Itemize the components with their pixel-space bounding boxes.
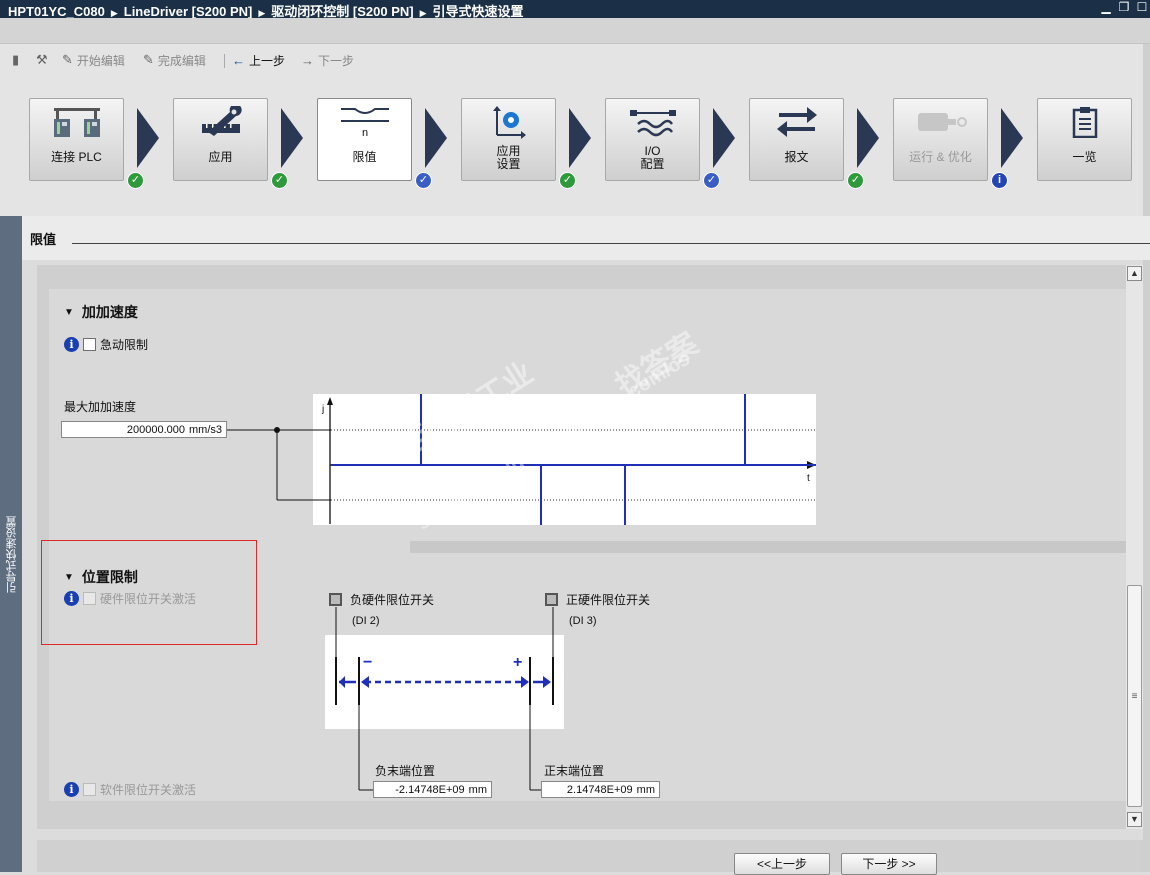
vertical-scrollbar[interactable]: ▲ ≡ ▼ [1126, 265, 1143, 829]
tab-strip [0, 18, 1150, 44]
pos-hw-di-label: (DI 3) [569, 615, 597, 627]
pos-end-field[interactable]: 2.14748E+09 mm [541, 781, 660, 798]
info-icon[interactable]: i [64, 337, 79, 352]
step-label: 应用 [208, 150, 233, 164]
toolbar: ▮ ⚒ ✎ 开始编辑 ✎ 完成编辑 ← 上一步 → 下一步 [0, 44, 1150, 76]
minus-sign: − [363, 654, 372, 671]
arrow-left-icon: ← [232, 52, 245, 68]
step-io-config[interactable]: I/O 配置 [605, 98, 700, 181]
step-arrow-icon [425, 108, 447, 168]
tools-icon[interactable]: ⚒ [36, 52, 48, 68]
io-signal-icon [606, 105, 699, 139]
motor-icon [894, 105, 987, 139]
pos-end-label: 正末端位置 [544, 764, 605, 778]
minimize-icon[interactable]: ▁ [1100, 0, 1112, 14]
step-label: 运行 & 优化 [909, 150, 972, 164]
step-label: 报文 [784, 150, 809, 164]
breadcrumb-project[interactable]: HPT01YC_C080 [8, 4, 105, 19]
step-arrow-icon [281, 108, 303, 168]
sw-limit-checkbox[interactable] [83, 783, 96, 796]
sw-limit-row: i 软件限位开关激活 [64, 781, 196, 798]
collapse-triangle-icon: ▼ [64, 306, 74, 318]
side-tab-quick-setup[interactable]: 引导式快速设置 [0, 216, 22, 872]
max-jerk-field[interactable]: 200000.000 mm/s3 [61, 421, 227, 438]
step-label: 限值 [352, 150, 377, 164]
section-title: 限值 [30, 232, 57, 247]
pencil-check-icon: ✎ [143, 52, 154, 67]
position-diagram: − + [325, 607, 564, 791]
limit-n-icon: n [318, 105, 411, 139]
pencil-icon: ✎ [62, 52, 73, 67]
scroll-thumb[interactable]: ≡ [1127, 585, 1142, 807]
info-icon[interactable]: i [64, 782, 79, 797]
step-run-optimize[interactable]: 运行 & 优化 [893, 98, 988, 181]
check-icon: ✓ [127, 172, 144, 189]
axis-gear-icon [462, 105, 555, 139]
sw-limit-label: 软件限位开关激活 [100, 783, 197, 797]
plc-icon [30, 105, 123, 139]
clipboard-list-icon [1038, 105, 1131, 139]
y-axis-label: j [321, 404, 324, 415]
step-label: 连接 PLC [51, 150, 102, 164]
plus-sign: + [513, 654, 522, 671]
jerk-limit-label: 急动限制 [100, 338, 149, 352]
footer-bar [37, 840, 1143, 872]
arrow-right-icon: → [301, 52, 314, 68]
step-application-settings[interactable]: 应用 设置 [461, 98, 556, 181]
breadcrumb-drive-control[interactable]: 驱动闭环控制 [S200 PN] [271, 4, 413, 19]
check-icon: ✓ [847, 172, 864, 189]
section-header: 限值 [22, 216, 1150, 260]
step-label: 一览 [1072, 150, 1097, 164]
scroll-up-icon[interactable]: ▲ [1127, 266, 1142, 281]
next-step-button[interactable]: → 下一步 [301, 52, 354, 68]
step-label: I/O 配置 [640, 144, 665, 171]
step-arrow-icon [569, 108, 591, 168]
maximize-icon[interactable]: ☐ [1136, 0, 1148, 14]
step-telegram[interactable]: 报文 [749, 98, 844, 181]
max-jerk-label: 最大加加速度 [64, 400, 137, 414]
start-edit-button[interactable]: ✎ 开始编辑 [62, 52, 125, 68]
section-divider [72, 243, 1150, 244]
step-limits[interactable]: n 限值 [317, 98, 412, 181]
step-connect-plc[interactable]: 连接 PLC [29, 98, 124, 181]
step-arrow-icon [137, 108, 159, 168]
step-application[interactable]: 应用 [173, 98, 268, 181]
panel-band [410, 541, 1126, 553]
pos-hw-switch-label: 正硬件限位开关 [566, 593, 651, 607]
title-bar: HPT01YC_C080 ▶ LineDriver [S200 PN] ▶ 驱动闭环控制… [0, 0, 1150, 19]
svg-text:n: n [361, 127, 367, 139]
toolbar-divider [224, 54, 225, 68]
restore-icon[interactable]: ❐ [1118, 0, 1130, 14]
neg-end-label: 负末端位置 [375, 764, 436, 778]
finish-edit-button[interactable]: ✎ 完成编辑 [143, 52, 206, 68]
right-edge [1143, 44, 1150, 872]
jerk-limit-row: i 急动限制 [64, 336, 148, 353]
prev-step-button[interactable]: ← 上一步 [232, 52, 285, 68]
breadcrumb-quick-setup: 引导式快速设置 [432, 4, 524, 19]
highlight-box [41, 540, 257, 645]
step-arrow-icon [713, 108, 735, 168]
jerk-limit-checkbox[interactable] [83, 338, 96, 351]
check-icon: ✓ [415, 172, 432, 189]
wrench-ruler-icon [174, 105, 267, 139]
jerk-chart: j t [227, 394, 816, 525]
step-arrow-icon [857, 108, 879, 168]
neg-end-field[interactable]: -2.14748E+09 mm [373, 781, 492, 798]
check-icon: ✓ [271, 172, 288, 189]
wizard-steps: 连接 PLC ✓ 应用 ✓ n 限值 ✓ 应用 设置 ✓ I/O 配置 ✓ 报文… [0, 76, 1150, 216]
scroll-down-icon[interactable]: ▼ [1127, 812, 1142, 827]
jerk-chart-area [313, 394, 816, 525]
step-overview[interactable]: 一览 [1037, 98, 1132, 181]
step-label: 应用 设置 [496, 144, 521, 171]
jerk-section-header[interactable]: ▼ 加加速度 [64, 302, 138, 322]
breadcrumb-device[interactable]: LineDriver [S200 PN] [124, 4, 253, 19]
save-icon[interactable]: ▮ [12, 52, 19, 68]
exchange-arrows-icon [750, 105, 843, 139]
x-axis-label: t [807, 473, 810, 484]
info-icon: i [991, 172, 1008, 189]
step-arrow-icon [1001, 108, 1023, 168]
check-icon: ✓ [703, 172, 720, 189]
check-icon: ✓ [559, 172, 576, 189]
